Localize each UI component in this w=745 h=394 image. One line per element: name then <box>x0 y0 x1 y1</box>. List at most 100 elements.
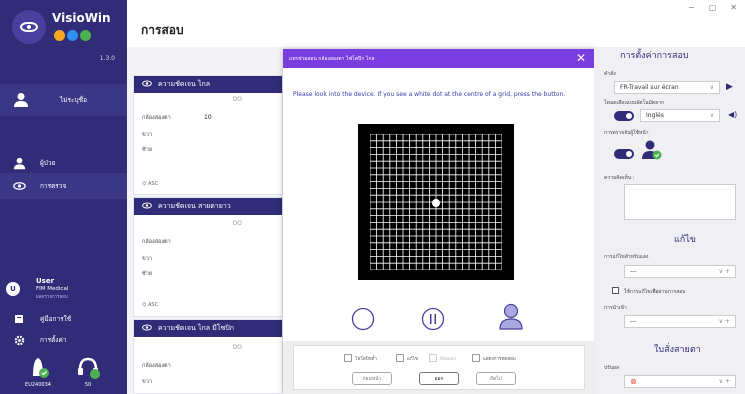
checkbox-correction[interactable]: แก้ไข <box>396 354 418 362</box>
response-button[interactable] <box>351 307 375 333</box>
minimize-button[interactable]: − <box>688 3 695 12</box>
row-binocular: กล้องสองตา <box>142 363 171 369</box>
row-right: ขวา <box>142 379 152 385</box>
center-dot <box>432 199 440 207</box>
eye-icon <box>142 324 152 333</box>
eye-icon <box>142 80 152 89</box>
user-role: ผลตรวจการสอบ <box>36 295 68 300</box>
device-icon <box>25 354 51 380</box>
exam-card-mesopic: ความชัดเจน ไกล มีโซปิก OO กล้องสองตา ขวา <box>133 319 283 394</box>
import-label: การนำเข้า <box>604 305 627 311</box>
exam-card-far: ความชัดเจน ไกล OO กล้องสองตา 10 ขวา ซ้าย… <box>133 75 283 195</box>
eye-icon <box>12 179 26 193</box>
headset-icon <box>75 354 101 380</box>
result-select[interactable]: ⊗ ∨ + <box>624 375 736 388</box>
card-header[interactable]: ความชัดเจน สายตายาว <box>134 198 282 215</box>
result-label: ปรับผล <box>604 365 620 371</box>
sidebar-item-label: การตั้งค่า <box>40 336 67 344</box>
correction-check-label: ใช้การแก้ไขเพื่อผ่านการสอบ <box>624 289 686 295</box>
comment-label: ความคิดเห็น : <box>604 175 635 181</box>
device-status: EU240034 50 <box>0 352 127 394</box>
top-bar: การสอบ − ▢ ✕ <box>127 0 745 47</box>
close-window-button[interactable]: ✕ <box>730 3 737 12</box>
pause-button[interactable] <box>421 307 445 333</box>
card-footer[interactable]: ⌬ ASC <box>142 181 158 187</box>
card-header[interactable]: ความชัดเจน ไกล <box>134 76 282 93</box>
sidebar-item-settings[interactable]: การตั้งค่า <box>0 327 127 353</box>
maximize-button[interactable]: ▢ <box>709 3 717 12</box>
correction-select[interactable]: --- ∨ + <box>624 265 736 278</box>
card-title: ความชัดเจน ไกล มีโซปิก <box>158 324 235 332</box>
card-title: ความชัดเจน สายตายาว <box>158 202 231 210</box>
orange-dot-icon <box>54 30 65 41</box>
language-label: คำสั่ง <box>604 71 616 77</box>
import-select[interactable]: --- ∨ + <box>624 315 736 328</box>
exam-settings-panel: การตั้งค่าการสอบ คำสั่ง FR-Travail sur é… <box>594 47 745 394</box>
oo-label: OO <box>232 220 242 227</box>
dialog-footer: ไฟโตปิกต่ำ แก้ไข ห้องแสง แสดงการทดสอบ ก่… <box>283 341 594 394</box>
play-icon[interactable]: ▶ <box>726 82 733 92</box>
sidebar-item-exam[interactable]: การตรวจ <box>0 173 127 199</box>
dialog-instruction: Please look into the device. If you see … <box>293 91 566 98</box>
device-id: EU240034 <box>25 382 51 388</box>
sidebar-item-label: ผู้ป่วย <box>40 159 56 167</box>
app-window: VisioWin 1.3.0 ไม่ระบุชื่อ ผู้ป่วย การตร… <box>0 0 745 394</box>
checkbox-low-photopic[interactable]: ไฟโตปิกต่ำ <box>344 354 377 362</box>
error-icon: ⊗ <box>630 377 637 386</box>
user-name: User <box>36 277 55 285</box>
oo-label: OO <box>232 96 242 103</box>
user-profile[interactable]: U User FIM Medical ผลตรวจการสอบ <box>6 274 124 302</box>
window-controls: − ▢ ✕ <box>688 3 737 12</box>
brand-name: VisioWin <box>52 11 111 25</box>
correction-title: แก้ไข <box>674 235 696 245</box>
avatar: U <box>6 282 20 296</box>
sidebar-item-label: ไม่ระบุชื่อ <box>60 96 87 104</box>
comment-textarea[interactable] <box>624 184 736 220</box>
gear-icon <box>12 333 26 347</box>
correction-checkbox[interactable] <box>612 287 619 294</box>
eye-logo-icon <box>12 10 46 44</box>
card-footer[interactable]: ⌬ ASC <box>142 302 158 308</box>
exam-card-near: ความชัดเจน สายตายาว OO กล้องสองตา ขวา ซ้… <box>133 197 283 317</box>
person-icon <box>12 91 30 109</box>
settings-title: การตั้งค่าการสอบ <box>620 51 689 61</box>
user-check-icon <box>641 139 663 163</box>
eye-icon <box>142 202 152 211</box>
green-dot-icon <box>80 30 91 41</box>
auto-detect-label: การตรวจจับผู้ใช้หน้า <box>604 130 649 136</box>
auto-detect-toggle[interactable] <box>614 149 634 159</box>
sidebar-item-label: การตรวจ <box>40 182 67 190</box>
device-count: 50 <box>84 382 92 388</box>
previous-button[interactable]: ก่อนหน้า <box>352 372 392 385</box>
card-title: ความชัดเจน ไกล <box>158 80 211 88</box>
oo-label: OO <box>232 344 242 351</box>
app-logo: VisioWin <box>10 8 120 52</box>
card-header[interactable]: ความชัดเจน ไกล มีโซปิก <box>134 320 282 337</box>
next-button[interactable]: ถัดไป <box>476 372 516 385</box>
dialog-close-button[interactable]: ✕ <box>576 51 586 65</box>
app-version: 1.3.0 <box>99 55 115 62</box>
row-right: ขวา <box>142 132 152 138</box>
sidebar-item-patient[interactable]: ไม่ระบุชื่อ <box>0 84 127 116</box>
headset-status-item[interactable]: 50 <box>68 354 108 388</box>
voice-toggle[interactable] <box>614 111 634 121</box>
exit-button[interactable]: ออก <box>419 372 459 385</box>
blue-dot-icon <box>67 30 78 41</box>
speaker-icon[interactable]: ◀) <box>728 110 737 119</box>
checkbox-show-test[interactable]: แสดงการทดสอบ <box>472 354 516 362</box>
row-right: ขวา <box>142 256 152 262</box>
voice-language-select[interactable]: Inglés ∨ <box>640 109 720 122</box>
language-select[interactable]: FR-Travail sur écran ∨ <box>614 81 720 94</box>
row-binocular: กล้องสองตา <box>142 239 171 245</box>
sidebar-item-label: คู่มือการใช้ <box>40 315 72 323</box>
brand-dots <box>54 30 91 41</box>
row-value[interactable]: 10 <box>204 114 212 121</box>
row-left: ซ้าย <box>142 147 153 153</box>
dialog-title: แทรช่วยสอน กล้องสองตา ไฟโตปิก ไกล <box>283 49 594 68</box>
voice-label: โหมดเสียงแบบอัตโนมัตลาก <box>604 100 665 106</box>
patient-view-icon[interactable] <box>498 303 524 333</box>
device-status-item[interactable]: EU240034 <box>18 354 58 388</box>
checkbox-light-room[interactable]: ห้องแสง <box>429 354 456 362</box>
dialog-footer-panel: ไฟโตปิกต่ำ แก้ไข ห้องแสง แสดงการทดสอบ ก่… <box>293 345 585 390</box>
row-binocular: กล้องสองตา <box>142 115 171 121</box>
